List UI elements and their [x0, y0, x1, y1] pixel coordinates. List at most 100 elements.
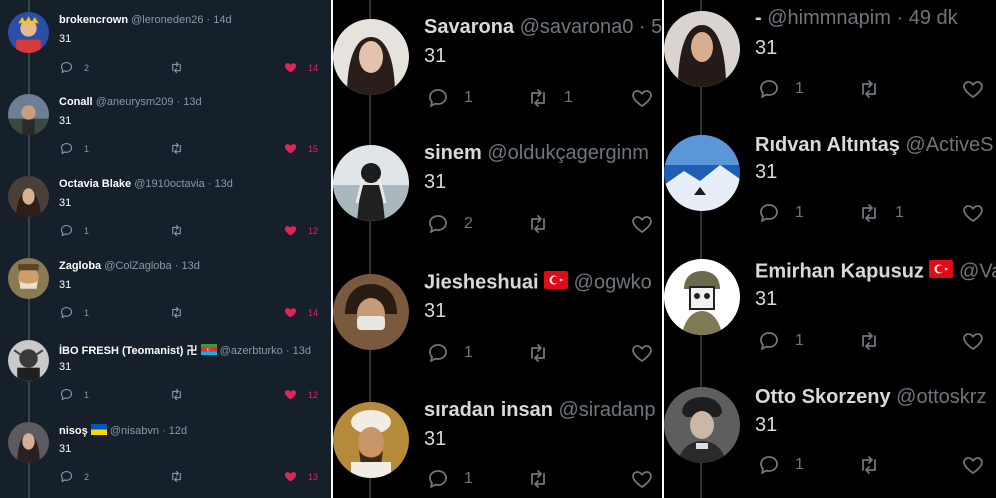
tweet[interactable]: sıradan insan @siradanp 31 1 — [333, 383, 662, 498]
avatar[interactable] — [333, 145, 409, 221]
username-handle[interactable]: @ActiveS — [905, 134, 993, 156]
username-handle[interactable]: @leroneden26 — [131, 14, 203, 26]
avatar[interactable] — [333, 19, 409, 95]
retweet-button[interactable] — [526, 212, 630, 236]
tweet[interactable]: - @himmnapim · 49 dk 31 1 — [664, 0, 996, 118]
username-handle[interactable]: @aneurysm209 — [96, 96, 174, 108]
timestamp[interactable]: 12d — [169, 425, 187, 437]
tweet[interactable]: sinem @oldukçagerginm 31 2 — [333, 126, 662, 252]
display-name[interactable]: Conall — [59, 96, 93, 108]
retweet-button[interactable] — [526, 341, 630, 365]
display-name[interactable]: Emirhan Kapusuz — [755, 260, 924, 282]
retweet-button[interactable] — [169, 469, 283, 484]
like-button[interactable]: 12 — [283, 223, 318, 238]
retweet-button[interactable]: 1 — [857, 201, 961, 225]
reply-button[interactable]: 1 — [757, 329, 857, 353]
reply-button[interactable]: 1 — [59, 387, 169, 402]
reply-button[interactable]: 1 — [757, 453, 857, 477]
retweet-button[interactable] — [169, 60, 283, 75]
like-button[interactable] — [961, 453, 985, 477]
timestamp[interactable]: 14d — [213, 14, 231, 26]
display-name[interactable]: Jiesheshuai — [424, 271, 539, 293]
tweet[interactable]: Otto Skorzeny @ottoskrz 31 1 — [664, 376, 996, 498]
reply-button[interactable]: 2 — [59, 60, 169, 75]
avatar[interactable] — [664, 387, 740, 463]
reply-button[interactable]: 1 — [59, 141, 169, 156]
timestamp[interactable]: 5 — [651, 16, 662, 38]
reply-button[interactable]: 2 — [426, 212, 526, 236]
display-name[interactable]: Rıdvan Altıntaş — [755, 134, 900, 156]
retweet-button[interactable] — [857, 77, 961, 101]
retweet-button[interactable] — [526, 467, 630, 491]
username-handle[interactable]: @oldukçagerginm — [487, 142, 649, 164]
like-button[interactable]: 14 — [283, 305, 318, 320]
like-button[interactable]: 13 — [283, 469, 318, 484]
tweet[interactable]: Rıdvan Altıntaş @ActiveS 31 1 1 — [664, 120, 996, 246]
tweet[interactable]: İBO FRESH (Teomanist) 卍 @azerbturko · 13… — [0, 336, 331, 416]
avatar[interactable] — [664, 11, 740, 87]
tweet[interactable]: Conall @aneurysm209 · 13d 31 1 15 — [0, 90, 331, 170]
like-button[interactable] — [630, 341, 654, 365]
retweet-button[interactable]: 1 — [526, 86, 630, 110]
avatar[interactable] — [8, 340, 49, 381]
username-handle[interactable]: @himmnapim — [767, 7, 891, 29]
username-handle[interactable]: @Va — [959, 260, 996, 282]
reply-button[interactable]: 1 — [426, 467, 526, 491]
username-handle[interactable]: @savarona0 — [520, 16, 634, 38]
reply-button[interactable]: 1 — [426, 341, 526, 365]
avatar[interactable] — [8, 12, 49, 53]
tweet[interactable]: brokencrown @leroneden26 · 14d 31 2 14 — [0, 8, 331, 88]
reply-button[interactable]: 1 — [426, 86, 526, 110]
avatar[interactable] — [8, 422, 49, 463]
timestamp[interactable]: 13d — [181, 260, 199, 272]
retweet-button[interactable] — [857, 453, 961, 477]
like-button[interactable]: 15 — [283, 141, 318, 156]
display-name[interactable]: İBO FRESH (Teomanist) 卍 — [59, 345, 198, 357]
username-handle[interactable]: @nisabvn — [110, 425, 159, 437]
tweet[interactable]: Zagloba @ColZagloba · 13d 31 1 14 — [0, 254, 331, 334]
username-handle[interactable]: @ottoskrz — [896, 386, 986, 408]
retweet-button[interactable] — [169, 141, 283, 156]
display-name[interactable]: Zagloba — [59, 260, 101, 272]
username-handle[interactable]: @azerbturko — [220, 345, 283, 357]
retweet-button[interactable] — [169, 305, 283, 320]
timestamp[interactable]: 13d — [293, 345, 311, 357]
timestamp[interactable]: 49 dk — [909, 7, 958, 29]
reply-button[interactable]: 1 — [757, 201, 857, 225]
like-button[interactable] — [630, 212, 654, 236]
username-handle[interactable]: @ogwko — [574, 271, 652, 293]
display-name[interactable]: - — [755, 7, 762, 29]
like-button[interactable] — [961, 201, 985, 225]
tweet[interactable]: Octavia Blake @1910octavia · 13d 31 1 12 — [0, 172, 331, 252]
like-button[interactable] — [961, 329, 985, 353]
tweet[interactable]: nisoş @nisabvn · 12d 31 2 13 — [0, 418, 331, 498]
display-name[interactable]: Savarona — [424, 16, 514, 38]
display-name[interactable]: Octavia Blake — [59, 178, 131, 190]
tweet[interactable]: Emirhan Kapusuz @Va 31 1 — [664, 248, 996, 376]
tweet[interactable]: Savarona @savarona0 · 5 31 1 1 — [333, 0, 662, 126]
tweet[interactable]: Jiesheshuai @ogwko 31 1 — [333, 255, 662, 381]
username-handle[interactable]: @ColZagloba — [104, 260, 171, 272]
like-button[interactable]: 12 — [283, 387, 318, 402]
retweet-button[interactable] — [169, 223, 283, 238]
avatar[interactable] — [8, 94, 49, 135]
reply-button[interactable]: 1 — [59, 223, 169, 238]
display-name[interactable]: nisoş — [59, 425, 88, 437]
display-name[interactable]: sıradan insan — [424, 399, 553, 421]
reply-button[interactable]: 1 — [59, 305, 169, 320]
username-handle[interactable]: @1910octavia — [134, 178, 205, 190]
avatar[interactable] — [333, 402, 409, 478]
avatar[interactable] — [8, 258, 49, 299]
avatar[interactable] — [664, 135, 740, 211]
timestamp[interactable]: 13d — [183, 96, 201, 108]
timestamp[interactable]: 13d — [215, 178, 233, 190]
display-name[interactable]: Otto Skorzeny — [755, 386, 891, 408]
reply-button[interactable]: 2 — [59, 469, 169, 484]
like-button[interactable]: 14 — [283, 60, 318, 75]
avatar[interactable] — [664, 259, 740, 335]
retweet-button[interactable] — [857, 329, 961, 353]
reply-button[interactable]: 1 — [757, 77, 857, 101]
avatar[interactable] — [8, 176, 49, 217]
username-handle[interactable]: @siradanp — [559, 399, 656, 421]
retweet-button[interactable] — [169, 387, 283, 402]
